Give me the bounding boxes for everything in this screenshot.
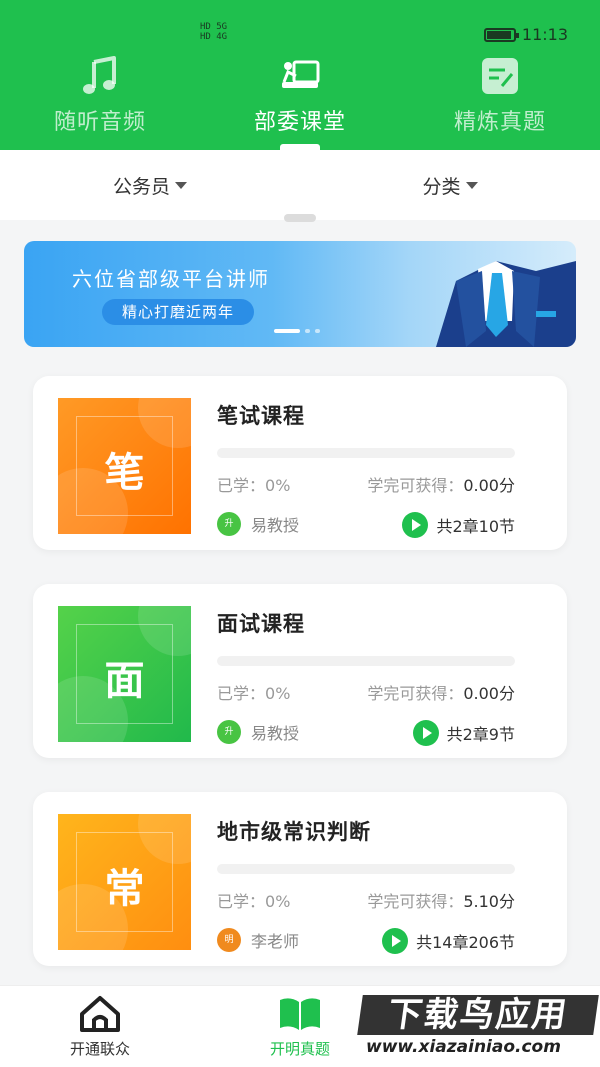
category-dropdown[interactable]: 分类 bbox=[300, 150, 600, 220]
battery-icon bbox=[483, 27, 519, 42]
top-tab-bar: 随听音频 部委课堂 精炼真题 bbox=[0, 50, 600, 150]
site-watermark: 下载鸟应用 www.xiazainiao.com bbox=[357, 995, 599, 1063]
teacher-name: 易教授 bbox=[251, 724, 300, 743]
chapter-count: 共14章206节 bbox=[416, 933, 515, 952]
thumbnail-character: 面 bbox=[104, 658, 145, 704]
thumbnail-character: 笔 bbox=[104, 450, 145, 496]
nav-home[interactable]: 开通联众 bbox=[45, 994, 155, 1059]
reward-label: 学完可获得： bbox=[367, 684, 464, 703]
thumbnail-character: 常 bbox=[104, 866, 145, 912]
tab-exam-questions[interactable]: 精炼真题 bbox=[400, 50, 600, 150]
caret-down-icon bbox=[465, 181, 478, 189]
tab-exam-questions-label: 精炼真题 bbox=[453, 110, 546, 135]
learned-value: 0% bbox=[265, 476, 291, 495]
filter-bar: 公务员 分类 bbox=[0, 150, 600, 220]
watermark-url: www.xiazainiao.com bbox=[366, 1037, 561, 1057]
course-card[interactable]: 常 地市级常识判断 已学：0% 学完可获得：5.10分 明 李老师 共14章20… bbox=[33, 792, 567, 966]
course-thumbnail: 常 bbox=[58, 814, 191, 950]
reward-value: 5.10分 bbox=[463, 892, 515, 911]
network-2: HD 4G bbox=[200, 32, 228, 42]
progress-bar bbox=[217, 656, 515, 666]
play-icon[interactable] bbox=[412, 720, 439, 746]
learned-value: 0% bbox=[265, 684, 291, 703]
course-card[interactable]: 笔 笔试课程 已学：0% 学完可获得：0.00分 升 易教授 共2章10节 bbox=[33, 376, 567, 550]
classroom-board-icon bbox=[282, 60, 320, 88]
nav-home-label: 开通联众 bbox=[69, 1040, 130, 1058]
top-header: HD 5G HD 4G 11:13 随听音频 部委课堂 精炼真题 bbox=[0, 0, 600, 150]
chapter-count: 共2章9节 bbox=[446, 725, 515, 744]
network-1: HD 5G bbox=[200, 22, 228, 32]
tab-classroom[interactable]: 部委课堂 bbox=[200, 50, 400, 150]
caret-down-icon bbox=[175, 181, 187, 189]
reward-value: 0.00分 bbox=[463, 476, 515, 495]
carousel-indicator bbox=[274, 329, 320, 333]
exam-type-dropdown[interactable]: 公务员 bbox=[0, 150, 300, 220]
learned-label: 已学： bbox=[217, 476, 266, 495]
course-thumbnail: 面 bbox=[58, 606, 191, 742]
chapter-count: 共2章10节 bbox=[436, 517, 515, 536]
home-icon bbox=[80, 996, 120, 1032]
progress-bar bbox=[217, 864, 515, 874]
promo-banner[interactable]: 六位省部级平台讲师 精心打磨近两年 bbox=[24, 241, 576, 347]
course-card[interactable]: 面 面试课程 已学：0% 学完可获得：0.00分 升 易教授 共2章9节 bbox=[33, 584, 567, 758]
course-title: 面试课程 bbox=[217, 612, 305, 636]
nav-exam-label: 开明真题 bbox=[269, 1040, 330, 1058]
edit-note-icon bbox=[482, 58, 518, 94]
watermark-brand: 下载鸟应用 bbox=[357, 995, 599, 1035]
tab-audio-label: 随听音频 bbox=[53, 110, 146, 135]
tab-classroom-label: 部委课堂 bbox=[253, 110, 346, 135]
learned-value: 0% bbox=[265, 892, 291, 911]
play-icon[interactable] bbox=[382, 928, 409, 954]
reward-label: 学完可获得： bbox=[367, 892, 464, 911]
nav-exam[interactable]: 开明真题 bbox=[245, 994, 355, 1059]
course-title: 地市级常识判断 bbox=[217, 820, 371, 844]
open-book-icon bbox=[280, 998, 320, 1030]
reward-value: 0.00分 bbox=[463, 684, 515, 703]
status-time: 11:13 bbox=[521, 25, 568, 44]
reward-label: 学完可获得： bbox=[367, 476, 464, 495]
course-title: 笔试课程 bbox=[217, 404, 305, 428]
pull-handle bbox=[284, 214, 316, 222]
category-label: 分类 bbox=[422, 175, 461, 198]
exam-type-label: 公务员 bbox=[112, 175, 170, 198]
banner-subtitle: 精心打磨近两年 bbox=[102, 299, 254, 325]
course-thumbnail: 笔 bbox=[58, 398, 191, 534]
lecturer-illustration bbox=[436, 261, 576, 347]
teacher-badge-icon: 升 bbox=[217, 512, 241, 536]
teacher-badge-icon: 明 bbox=[217, 928, 241, 952]
signal-indicator: HD 5G HD 4G bbox=[200, 22, 227, 42]
tab-audio[interactable]: 随听音频 bbox=[0, 50, 200, 150]
learned-label: 已学： bbox=[217, 892, 266, 911]
play-icon[interactable] bbox=[402, 512, 429, 538]
progress-bar bbox=[217, 448, 515, 458]
teacher-badge-icon: 升 bbox=[217, 720, 241, 744]
status-bar: HD 5G HD 4G 11:13 bbox=[0, 22, 600, 46]
teacher-name: 易教授 bbox=[251, 516, 300, 535]
teacher-name: 李老师 bbox=[251, 932, 300, 951]
learned-label: 已学： bbox=[217, 684, 266, 703]
music-note-icon bbox=[83, 56, 116, 94]
banner-title: 六位省部级平台讲师 bbox=[72, 267, 270, 291]
